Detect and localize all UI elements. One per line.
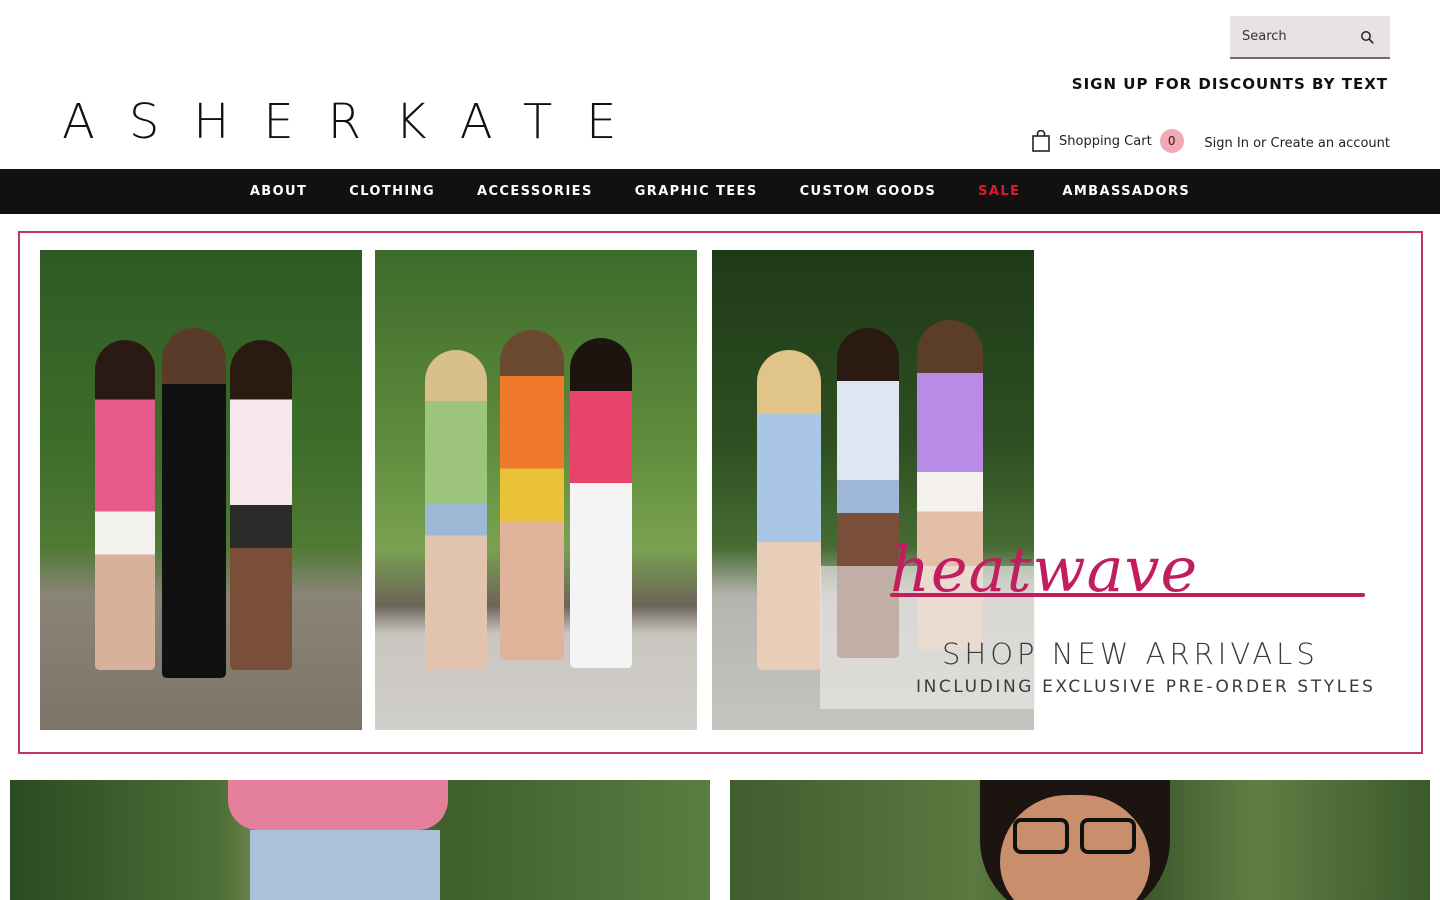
search-icon[interactable] xyxy=(1360,30,1374,44)
cart-count-badge: 0 xyxy=(1159,129,1184,153)
model-figure xyxy=(230,340,292,670)
hero-photo-2 xyxy=(375,250,697,730)
promo-tile-left[interactable] xyxy=(10,780,710,900)
search-box[interactable] xyxy=(1230,16,1390,59)
glasses-left xyxy=(1013,818,1069,854)
or-text: or xyxy=(1253,136,1267,151)
sign-in-link[interactable]: Sign In xyxy=(1204,136,1249,151)
model-figure xyxy=(95,340,155,670)
create-account-link[interactable]: Create an account xyxy=(1271,136,1390,151)
nav-item-about[interactable]: ABOUT xyxy=(250,184,307,199)
hero-photo-1 xyxy=(40,250,362,730)
shopping-bag-icon xyxy=(1032,130,1050,152)
script-underline xyxy=(890,593,1365,597)
model-figure xyxy=(757,350,821,670)
glasses-right xyxy=(1080,818,1136,854)
model-figure xyxy=(425,350,487,670)
nav-item-accessories[interactable]: ACCESSORIES xyxy=(477,184,593,199)
model-jeans xyxy=(250,830,440,900)
nav-item-custom-goods[interactable]: CUSTOM GOODS xyxy=(800,184,937,199)
nav-item-clothing[interactable]: CLOTHING xyxy=(349,184,435,199)
model-top-pink xyxy=(228,780,448,830)
site-header: ASHERKATE SIGN UP FOR DISCOUNTS BY TEXT … xyxy=(0,0,1440,169)
signup-text-link[interactable]: SIGN UP FOR DISCOUNTS BY TEXT xyxy=(1072,75,1388,93)
search-input[interactable] xyxy=(1230,29,1350,44)
nav-item-graphic-tees[interactable]: GRAPHIC TEES xyxy=(635,184,758,199)
account-links: Sign In or Create an account xyxy=(1204,136,1390,151)
model-figure xyxy=(570,338,632,668)
nav-item-sale[interactable]: SALE xyxy=(978,184,1020,199)
cart-label: Shopping Cart xyxy=(1059,133,1152,149)
shopping-cart-link[interactable]: Shopping Cart 0 xyxy=(1032,129,1184,153)
model-figure xyxy=(162,328,226,678)
brand-logo[interactable]: ASHERKATE xyxy=(62,98,650,146)
hero-banner[interactable]: heatwave SHOP NEW ARRIVALS INCLUDING EXC… xyxy=(18,231,1423,754)
banner-subheadline: INCLUDING EXCLUSIVE PRE-ORDER STYLES xyxy=(916,677,1376,697)
main-nav: ABOUT CLOTHING ACCESSORIES GRAPHIC TEES … xyxy=(0,169,1440,214)
promo-tile-right[interactable] xyxy=(730,780,1430,900)
model-figure xyxy=(500,330,564,660)
banner-headline: SHOP NEW ARRIVALS xyxy=(942,637,1319,671)
nav-item-ambassadors[interactable]: AMBASSADORS xyxy=(1062,184,1190,199)
